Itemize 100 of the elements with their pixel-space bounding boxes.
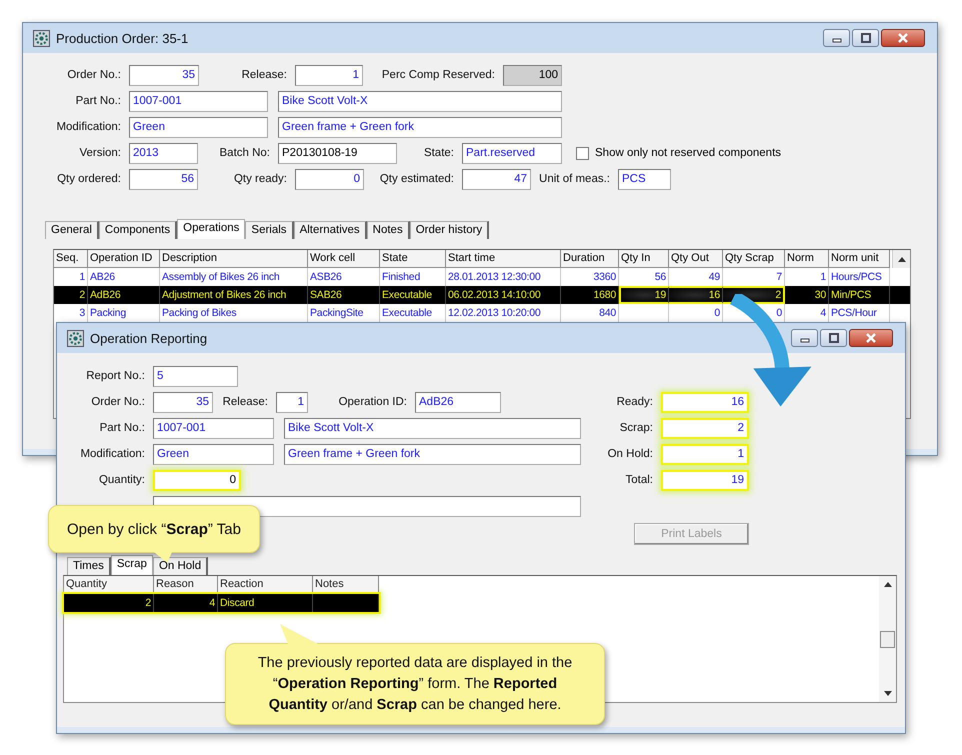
field-label: On Hold: bbox=[606, 448, 654, 460]
scroll-thumb[interactable] bbox=[880, 631, 895, 648]
tab[interactable]: On Hold bbox=[152, 557, 208, 575]
table-cell: SAB26 bbox=[308, 286, 380, 304]
input-field[interactable]: P20130108-19 bbox=[278, 142, 397, 164]
input-field[interactable]: 16 bbox=[661, 392, 749, 412]
input-field[interactable]: 1 bbox=[276, 392, 308, 412]
field-label: Modification: bbox=[55, 121, 122, 133]
tab[interactable]: Order history bbox=[410, 221, 490, 239]
input-field[interactable]: Part.reserved bbox=[462, 142, 562, 164]
input-field[interactable]: Green frame + Green fork bbox=[284, 444, 581, 464]
column-header[interactable]: Work cell bbox=[308, 250, 380, 268]
tab[interactable]: Scrap bbox=[110, 555, 153, 575]
input-field[interactable]: 35 bbox=[153, 392, 213, 412]
minimize-button[interactable] bbox=[823, 29, 850, 47]
column-header[interactable]: Qty Scrap bbox=[723, 250, 785, 268]
tab[interactable]: Components bbox=[98, 221, 178, 239]
tab[interactable]: Operations bbox=[177, 219, 246, 239]
callout-text: Open by click “Scrap” Tab bbox=[67, 520, 241, 538]
table-cell: 4 bbox=[154, 594, 218, 612]
input-field[interactable]: 2 bbox=[661, 418, 749, 438]
input-field[interactable]: 2013 bbox=[129, 142, 198, 164]
column-header[interactable]: Seq. bbox=[54, 250, 88, 268]
input-field[interactable]: 5 bbox=[153, 366, 238, 386]
column-header[interactable]: State bbox=[380, 250, 446, 268]
field-label: Qty ready: bbox=[232, 173, 288, 185]
tab[interactable]: Alternatives bbox=[294, 221, 367, 239]
table-cell: Min/PCS bbox=[829, 286, 890, 304]
table-cell: 2 bbox=[64, 594, 154, 612]
field-label: Unit of meas.: bbox=[538, 173, 611, 185]
close-button[interactable] bbox=[849, 329, 893, 347]
field-label: Part No.: bbox=[74, 95, 122, 107]
input-field[interactable]: 100 bbox=[503, 64, 562, 86]
input-field[interactable]: 1 bbox=[295, 64, 363, 86]
table-cell: 06.02.2013 14:10:00 bbox=[446, 286, 561, 304]
table-cell: Adjustment of Bikes 26 inch bbox=[160, 286, 308, 304]
input-field[interactable]: 0 bbox=[295, 168, 364, 190]
field-label: Operation ID: bbox=[338, 396, 408, 408]
minimize-button[interactable] bbox=[791, 329, 818, 347]
input-field[interactable]: 47 bbox=[462, 168, 531, 190]
up-arrow-icon bbox=[884, 582, 892, 587]
close-button[interactable] bbox=[881, 29, 925, 47]
field-label: Total: bbox=[624, 474, 654, 486]
table-cell: 16 bbox=[669, 286, 723, 304]
input-field[interactable]: 1007-001 bbox=[153, 418, 274, 438]
app-icon bbox=[67, 330, 84, 346]
checkbox-label: Show only not reserved components bbox=[595, 147, 782, 159]
close-icon bbox=[866, 333, 876, 343]
column-header[interactable]: Operation ID bbox=[88, 250, 160, 268]
input-field[interactable]: 1 bbox=[661, 444, 749, 464]
input-field[interactable]: Green bbox=[153, 444, 274, 464]
field-label: State: bbox=[422, 147, 455, 159]
column-header[interactable]: Norm unit bbox=[829, 250, 890, 268]
table-cell: Executable bbox=[380, 286, 446, 304]
scroll-up-button[interactable] bbox=[892, 250, 910, 268]
input-field[interactable]: 0 bbox=[153, 470, 241, 490]
close-icon bbox=[898, 33, 908, 43]
callout-text: The previously reported data are displayed in the “Operation Reporting” form. The Reported Quantity or/and Scrap can be changed here. bbox=[256, 654, 574, 714]
maximize-icon bbox=[860, 33, 870, 43]
table-row[interactable]: 2 4 Discard bbox=[64, 594, 379, 612]
input-field[interactable]: Green frame + Green fork bbox=[278, 116, 562, 138]
tab[interactable]: Serials bbox=[245, 221, 294, 239]
down-arrow-icon bbox=[884, 691, 892, 696]
input-field[interactable]: PCS bbox=[618, 168, 671, 190]
column-header[interactable]: Norm bbox=[785, 250, 829, 268]
input-field[interactable]: AdB26 bbox=[415, 392, 501, 412]
field-label: Release: bbox=[240, 69, 288, 81]
field-label: Order No.: bbox=[66, 69, 122, 81]
field-label: Modification: bbox=[79, 448, 146, 460]
field-label: Qty estimated: bbox=[378, 173, 455, 185]
tab[interactable]: General bbox=[45, 221, 99, 239]
column-header[interactable]: Qty Out bbox=[669, 250, 723, 268]
input-field[interactable]: 1007-001 bbox=[129, 90, 268, 112]
field-label: Quantity: bbox=[98, 474, 146, 486]
input-field[interactable]: 56 bbox=[129, 168, 198, 190]
field-label: Perc Comp Reserved: bbox=[380, 69, 496, 81]
tab[interactable]: Notes bbox=[366, 221, 410, 239]
table-cell: 2 bbox=[54, 286, 88, 304]
checkbox[interactable] bbox=[576, 146, 589, 160]
column-header[interactable]: Duration bbox=[561, 250, 619, 268]
scrollbar[interactable] bbox=[879, 576, 896, 702]
field-label: Ready: bbox=[616, 396, 654, 408]
maximize-button[interactable] bbox=[852, 29, 879, 47]
column-header[interactable]: Description bbox=[160, 250, 308, 268]
table-row[interactable]: 2 AdB26 Adjustment of Bikes 26 inch SAB26 Executable 06.02.2013 14:10:00 1680 19 16 2 30 Min/PCS bbox=[54, 286, 910, 304]
column-header[interactable]: Qty In bbox=[619, 250, 669, 268]
input-field[interactable]: Bike Scott Volt-X bbox=[284, 418, 581, 438]
field-label: Part No.: bbox=[98, 422, 146, 434]
input-field[interactable]: 35 bbox=[129, 64, 199, 86]
tab[interactable]: Times bbox=[67, 557, 111, 575]
input-field[interactable]: 19 bbox=[661, 470, 749, 490]
field-label: Version: bbox=[78, 147, 122, 159]
field-label: Qty ordered: bbox=[56, 173, 122, 185]
input-field[interactable]: Green bbox=[129, 116, 268, 138]
input-field[interactable]: Bike Scott Volt-X bbox=[278, 90, 562, 112]
field-label: Release: bbox=[222, 396, 269, 408]
window-title: Production Order: 35-1 bbox=[56, 30, 188, 46]
maximize-button[interactable] bbox=[820, 329, 847, 347]
maximize-icon bbox=[828, 333, 838, 343]
column-header[interactable]: Start time bbox=[446, 250, 561, 268]
